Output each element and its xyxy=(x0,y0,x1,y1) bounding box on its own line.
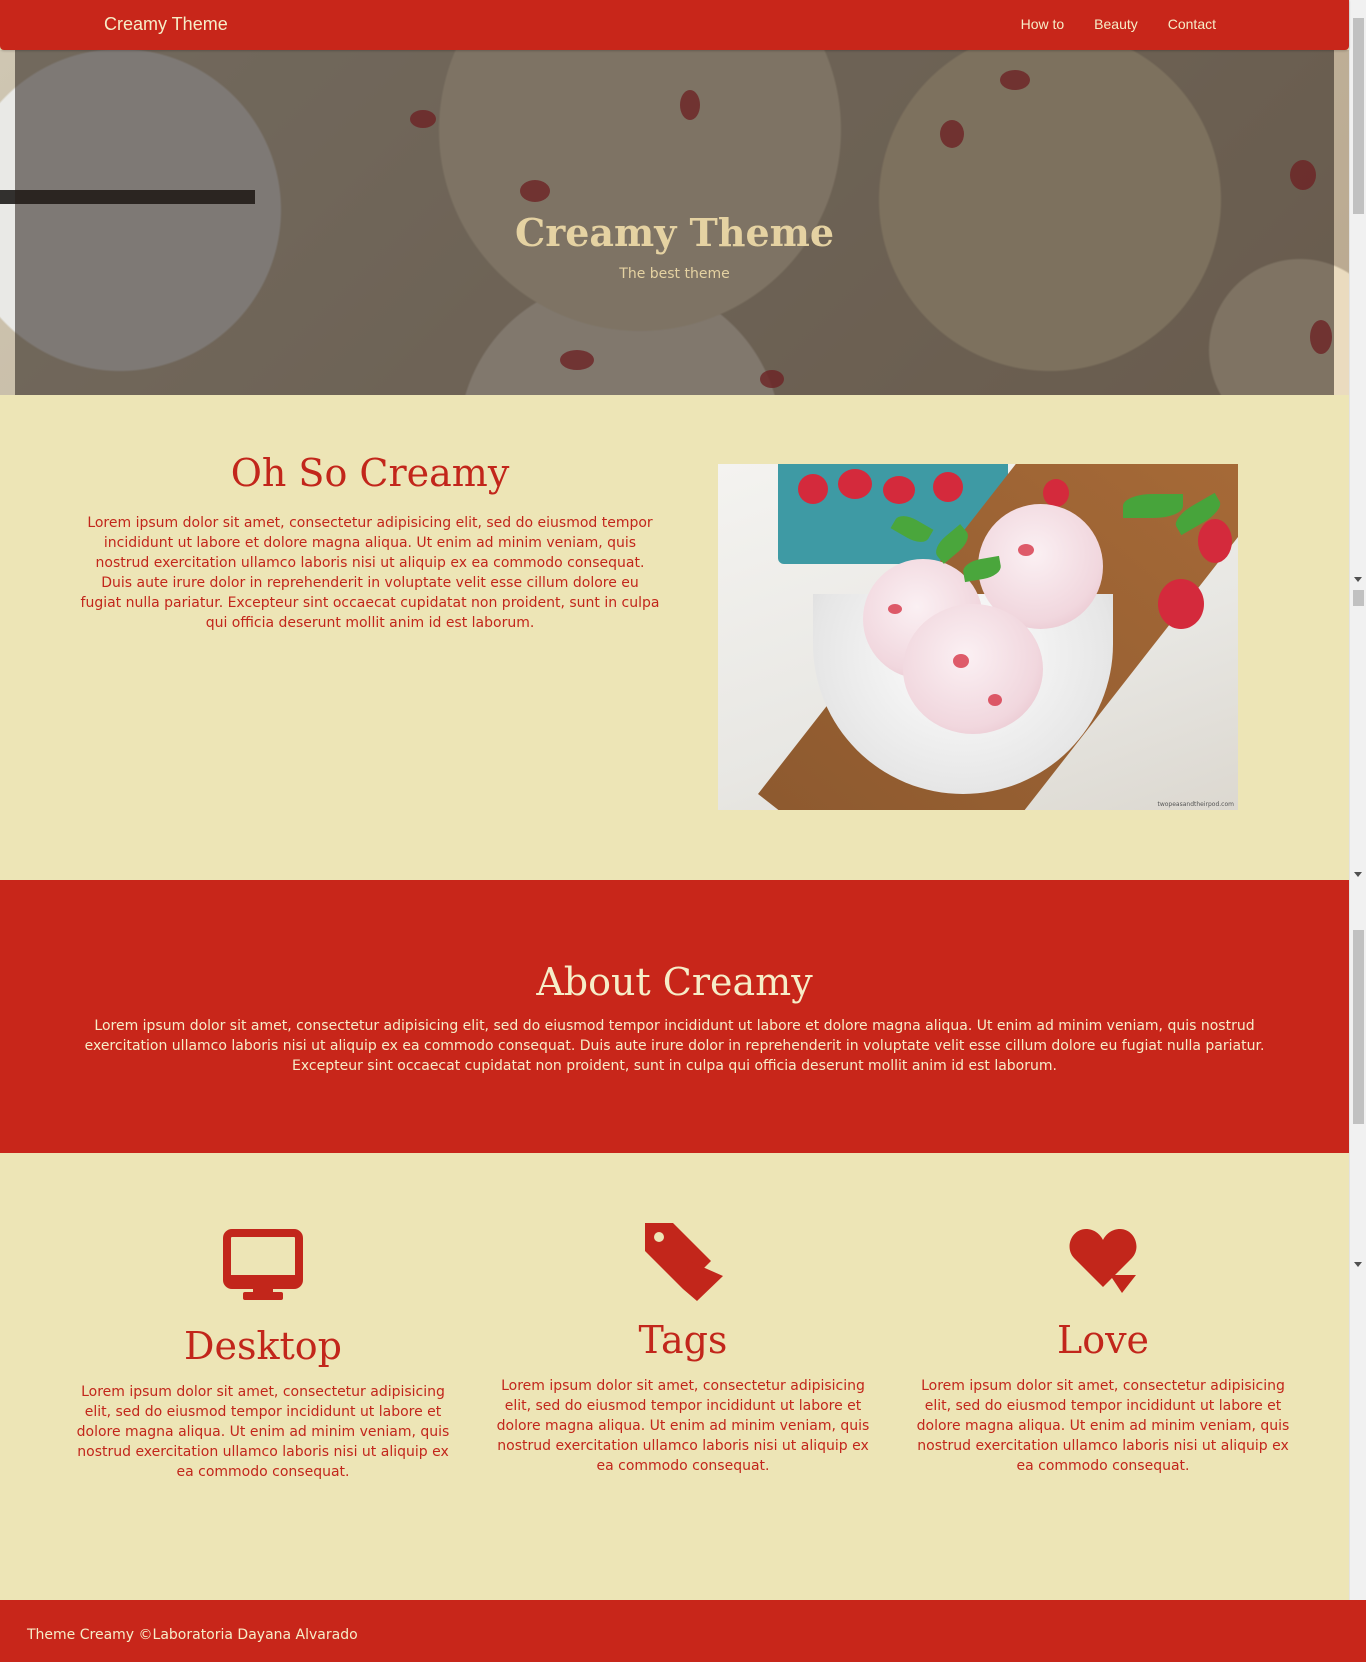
about-title: About Creamy xyxy=(536,960,813,1004)
brand-link[interactable]: Creamy Theme xyxy=(104,14,228,35)
page: Creamy Theme How to Beauty Contact Cream… xyxy=(0,0,1366,1662)
scrollbar-thumb[interactable] xyxy=(1353,18,1364,214)
nav-links: How to Beauty Contact xyxy=(1006,16,1231,32)
scrollbar-thumb[interactable] xyxy=(1353,930,1364,1124)
image-berry-fleck xyxy=(1018,544,1034,556)
hero-subtitle: The best theme xyxy=(619,266,730,282)
image-berry xyxy=(1043,479,1069,507)
nav-link-how-to[interactable]: How to xyxy=(1006,16,1080,32)
image-berry xyxy=(933,472,963,502)
scroll-down-arrow-icon[interactable] xyxy=(1354,577,1362,582)
image-mint-leaf xyxy=(1123,494,1183,518)
feature-text-desktop: Lorem ipsum dolor sit amet, consectetur … xyxy=(76,1384,450,1480)
image-berry-fleck xyxy=(888,604,902,614)
ice-cream-bowl-image: twopeasandtheirpod.com xyxy=(718,464,1238,810)
feature-title-tags: Tags xyxy=(638,1318,728,1362)
tag-icon xyxy=(643,1221,723,1307)
scrollbar-thumb[interactable] xyxy=(1353,590,1364,606)
intro-text: Lorem ipsum dolor sit amet, consectetur … xyxy=(80,515,660,631)
navbar: Creamy Theme How to Beauty Contact xyxy=(0,0,1349,50)
scroll-down-arrow-icon[interactable] xyxy=(1354,872,1362,877)
image-credit: twopeasandtheirpod.com xyxy=(1157,801,1234,808)
feature-text-love: Lorem ipsum dolor sit amet, consectetur … xyxy=(916,1378,1290,1474)
hero-banner: Creamy Theme The best theme xyxy=(0,50,1349,395)
about-text: Lorem ipsum dolor sit amet, consectetur … xyxy=(84,1018,1265,1074)
image-berry-fleck xyxy=(953,654,969,668)
nav-link-contact[interactable]: Contact xyxy=(1153,16,1231,32)
footer: Theme Creamy ©Laboratoria Dayana Alvarad… xyxy=(0,1600,1366,1662)
image-berry xyxy=(883,476,915,504)
about-section: About Creamy Lorem ipsum dolor sit amet,… xyxy=(0,880,1349,1153)
image-berry xyxy=(838,469,872,499)
feature-text-tags: Lorem ipsum dolor sit amet, consectetur … xyxy=(496,1378,870,1474)
intro-section: Oh So Creamy Lorem ipsum dolor sit amet,… xyxy=(0,395,1349,880)
image-berry xyxy=(1158,579,1204,629)
feature-title-desktop: Desktop xyxy=(184,1324,342,1368)
scroll-down-arrow-icon[interactable] xyxy=(1354,1262,1362,1267)
page-scrollbar[interactable] xyxy=(1349,0,1366,1600)
image-berry xyxy=(798,474,828,504)
nav-link-beauty[interactable]: Beauty xyxy=(1079,16,1153,32)
features-section: Desktop Lorem ipsum dolor sit amet, cons… xyxy=(0,1153,1349,1600)
image-berry xyxy=(1198,519,1232,563)
image-scoop xyxy=(903,604,1043,734)
image-berry-fleck xyxy=(988,694,1002,706)
footer-text: Theme Creamy ©Laboratoria Dayana Alvarad… xyxy=(27,1627,358,1643)
intro-title: Oh So Creamy xyxy=(230,451,510,495)
heart-icon xyxy=(1068,1225,1138,1299)
feature-title-love: Love xyxy=(1056,1318,1150,1362)
hero-title: Creamy Theme xyxy=(514,210,835,255)
desktop-icon xyxy=(223,1229,303,1309)
